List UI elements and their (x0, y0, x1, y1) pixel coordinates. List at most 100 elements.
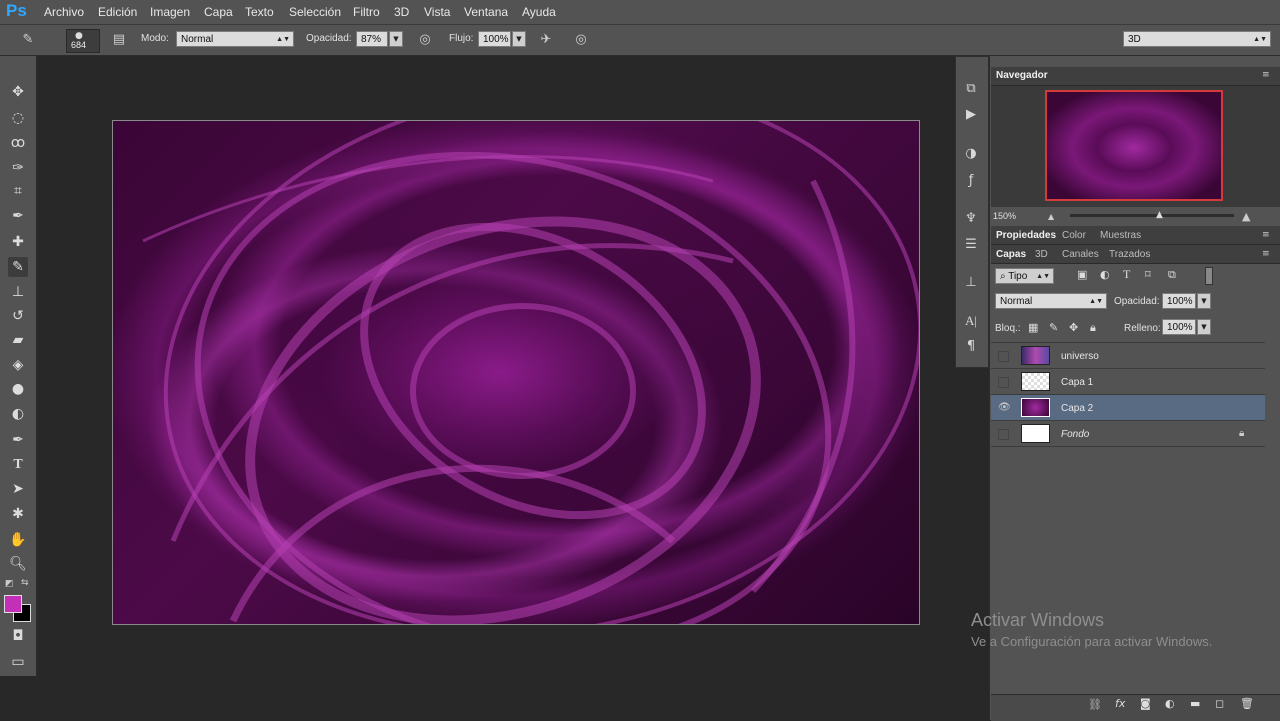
zoom-tool-icon[interactable]: 🔍︎ (8, 554, 28, 574)
flow-dropdown[interactable]: ▼ (512, 31, 526, 47)
filter-adjustment-icon[interactable]: ◐ (1100, 268, 1110, 281)
quick-mask-icon[interactable]: ◘ (8, 626, 28, 646)
layer-blend-mode-select[interactable]: Normal ▲▼ (995, 293, 1107, 309)
history-brush-tool-icon[interactable]: ↺ (8, 306, 28, 326)
tab-propiedades[interactable]: Propiedades (996, 230, 1056, 241)
clone-stamp-tool-icon[interactable]: ⊥ (8, 282, 28, 302)
history-panel-icon[interactable]: ⧉ (963, 80, 979, 98)
tab-navegador[interactable]: Navegador (996, 70, 1048, 81)
fill-dropdown[interactable]: ▼ (1197, 319, 1211, 335)
layer-name-universo[interactable]: universo (1061, 351, 1099, 362)
document-canvas[interactable] (112, 120, 920, 625)
new-adjustment-layer-icon[interactable]: ◐ (1165, 697, 1175, 710)
layer-name-capa-2[interactable]: Capa 2 (1061, 403, 1093, 414)
zoom-out-icon[interactable]: ▲ (1048, 212, 1054, 221)
lock-position-icon[interactable]: ✥ (1069, 321, 1078, 334)
eyedropper-tool-icon[interactable]: ✒ (8, 206, 28, 226)
type-tool-icon[interactable]: T (8, 455, 28, 475)
character-panel-icon[interactable]: A| (963, 312, 979, 330)
zoom-in-icon[interactable]: ▲ (1242, 210, 1250, 223)
marquee-tool-icon[interactable]: ◌ (8, 108, 28, 128)
menu-seleccion[interactable]: Selección (289, 5, 341, 19)
filter-pixel-icon[interactable]: ▣ (1077, 268, 1087, 281)
menu-imagen[interactable]: Imagen (150, 5, 190, 19)
menu-ayuda[interactable]: Ayuda (522, 5, 556, 19)
screen-mode-icon[interactable]: ▭ (8, 652, 28, 672)
clone-source-panel-icon[interactable]: ⊥ (963, 274, 979, 292)
default-colors-icon[interactable]: ◩ (5, 579, 14, 589)
foreground-color-swatch[interactable] (4, 595, 22, 613)
menu-filtro[interactable]: Filtro (353, 5, 380, 19)
tab-canales[interactable]: Canales (1062, 249, 1099, 260)
brush-tool-preset-icon[interactable]: ✎ (20, 32, 36, 48)
brush-panel-icon[interactable]: ☰ (963, 236, 979, 254)
paragraph-panel-icon[interactable]: ¶ (963, 338, 979, 356)
menu-archivo[interactable]: Archivo (44, 5, 84, 19)
swap-colors-icon[interactable]: ⇆ (21, 578, 29, 588)
tab-trazados[interactable]: Trazados (1109, 249, 1150, 260)
actions-panel-icon[interactable]: ▶ (963, 106, 979, 124)
healing-brush-tool-icon[interactable]: ✚ (8, 232, 28, 252)
hand-tool-icon[interactable]: ✋ (8, 530, 28, 550)
pressure-opacity-icon[interactable]: ◎ (417, 32, 433, 48)
move-tool-icon[interactable]: ✥ (8, 82, 28, 102)
lock-pixels-icon[interactable]: ✎ (1049, 321, 1058, 334)
menu-edicion[interactable]: Edición (98, 5, 137, 19)
navigator-zoom-slider[interactable] (1070, 214, 1234, 217)
properties-menu-icon[interactable]: ≡ (1262, 230, 1270, 240)
new-group-icon[interactable]: ▬ (1190, 697, 1200, 710)
pressure-size-icon[interactable]: ◎ (573, 32, 589, 48)
visibility-toggle-capa-1[interactable] (998, 377, 1009, 388)
link-layers-icon[interactable]: ⛓︎ (1088, 698, 1102, 711)
lock-transparency-icon[interactable]: ▦ (1028, 321, 1038, 334)
styles-panel-icon[interactable]: ƒ (963, 172, 979, 190)
brush-panel-toggle-icon[interactable]: ▤ (111, 32, 127, 48)
brush-tool-icon[interactable]: ✎ (8, 257, 28, 277)
blur-tool-icon[interactable]: ● (8, 379, 28, 399)
mode-select[interactable]: Normal ▲▼ (176, 31, 294, 47)
layer-name-capa-1[interactable]: Capa 1 (1061, 377, 1093, 388)
brush-picker[interactable]: ● 684 (66, 29, 100, 53)
visibility-toggle-fondo[interactable] (998, 429, 1009, 440)
add-mask-icon[interactable]: ◙ (1140, 697, 1151, 710)
tab-color[interactable]: Color (1062, 230, 1086, 241)
layer-style-icon[interactable]: fx (1115, 697, 1125, 710)
pen-tool-icon[interactable]: ✒ (8, 430, 28, 450)
layer-filter-select[interactable]: ⌕ Tipo ▲▼ (995, 268, 1054, 284)
opacity-dropdown[interactable]: ▼ (389, 31, 403, 47)
filter-type-icon[interactable]: T (1123, 267, 1130, 282)
filter-smart-object-icon[interactable]: ⧉ (1168, 268, 1176, 282)
menu-vista[interactable]: Vista (424, 5, 450, 19)
flow-input[interactable]: 100% (478, 31, 511, 47)
menu-ventana[interactable]: Ventana (464, 5, 508, 19)
paint-bucket-tool-icon[interactable]: ◈ (8, 355, 28, 375)
filter-toggle[interactable] (1205, 267, 1213, 285)
tab-muestras[interactable]: Muestras (1100, 230, 1141, 241)
menu-capa[interactable]: Capa (204, 5, 233, 19)
crop-tool-icon[interactable]: ⌗ (8, 181, 28, 201)
tab-capas[interactable]: Capas (996, 249, 1026, 260)
custom-shape-tool-icon[interactable]: ✱ (8, 504, 28, 524)
layer-opacity-dropdown[interactable]: ▼ (1197, 293, 1211, 309)
zoom-slider-handle[interactable]: ▲ (1156, 210, 1163, 220)
panel-menu-icon[interactable]: ≡ (1262, 70, 1270, 80)
filter-shape-icon[interactable]: ⌑ (1145, 268, 1151, 281)
menu-texto[interactable]: Texto (245, 5, 274, 19)
path-selection-tool-icon[interactable]: ➤ (8, 479, 28, 499)
layer-name-fondo[interactable]: Fondo (1061, 429, 1089, 440)
layer-opacity-input[interactable]: 100% (1162, 293, 1196, 309)
fill-input[interactable]: 100% (1162, 319, 1196, 335)
tab-3d[interactable]: 3D (1035, 249, 1048, 260)
brush-presets-panel-icon[interactable]: ♆ (963, 210, 979, 228)
lasso-tool-icon[interactable]: ꝏ (8, 133, 28, 153)
opacity-input[interactable]: 87% (356, 31, 388, 47)
navigator-zoom-value[interactable]: 150% (993, 211, 1016, 221)
lock-all-icon[interactable]: 🔒︎ (1090, 321, 1096, 335)
visibility-toggle-universo[interactable] (998, 351, 1009, 362)
dodge-tool-icon[interactable]: ◐ (8, 404, 28, 424)
adjustments-panel-icon[interactable]: ◑ (963, 145, 979, 163)
layers-menu-icon[interactable]: ≡ (1262, 249, 1270, 259)
menu-3d[interactable]: 3D (394, 5, 409, 19)
eye-icon[interactable]: 👁︎ (998, 403, 1011, 413)
airbrush-icon[interactable]: ✈ (538, 32, 554, 48)
